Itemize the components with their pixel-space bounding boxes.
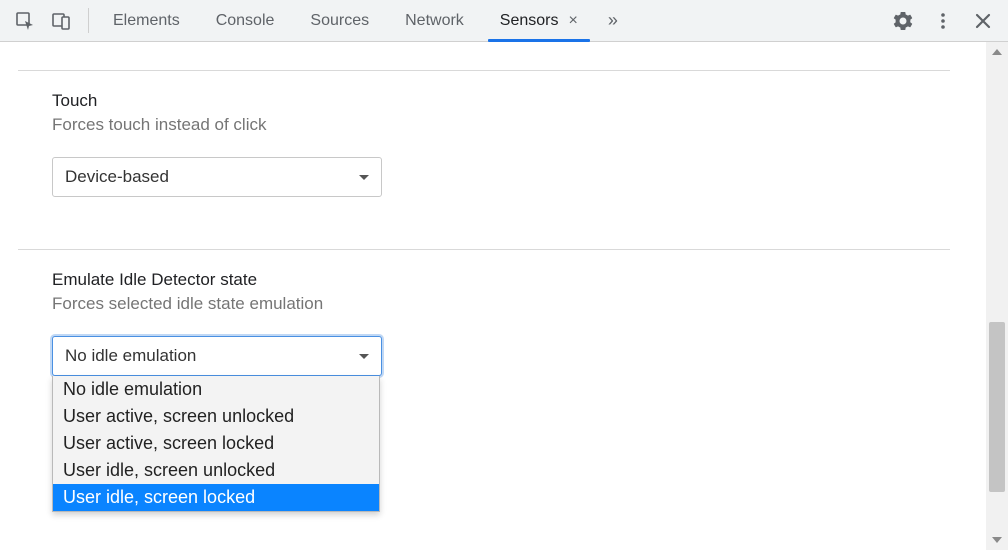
tabs-overflow-button[interactable]: »	[596, 0, 630, 41]
idle-option[interactable]: User active, screen locked	[53, 430, 379, 457]
chevron-down-icon	[992, 537, 1002, 543]
section-description: Forces touch instead of click	[52, 115, 950, 135]
select-value: No idle emulation	[65, 346, 196, 366]
tab-label: Elements	[113, 12, 180, 30]
sensors-panel: Touch Forces touch instead of click Devi…	[0, 42, 986, 550]
scroll-down-button[interactable]	[986, 530, 1008, 550]
chevron-down-icon	[359, 354, 369, 359]
chevron-double-right-icon: »	[608, 10, 618, 31]
chevron-up-icon	[992, 49, 1002, 55]
section-description: Forces selected idle state emulation	[52, 294, 950, 314]
tab-label: Sources	[310, 12, 369, 30]
close-icon[interactable]: ×	[569, 13, 578, 29]
toolbar-right	[873, 0, 1000, 41]
section-title: Touch	[52, 91, 950, 111]
toolbar-left	[6, 0, 82, 41]
touch-section: Touch Forces touch instead of click Devi…	[0, 71, 986, 221]
gear-icon[interactable]	[892, 10, 914, 32]
scroll-thumb[interactable]	[989, 322, 1005, 492]
tab-network[interactable]: Network	[387, 0, 482, 41]
tab-console[interactable]: Console	[198, 0, 293, 41]
device-toggle-icon[interactable]	[50, 10, 72, 32]
touch-select[interactable]: Device-based	[52, 157, 382, 197]
vertical-scrollbar[interactable]	[986, 42, 1008, 550]
idle-select[interactable]: No idle emulation	[52, 336, 382, 376]
kebab-icon[interactable]	[932, 10, 954, 32]
idle-section: Emulate Idle Detector state Forces selec…	[0, 250, 986, 400]
tab-strip: Elements Console Sources Network Sensors…	[95, 0, 596, 41]
idle-option[interactable]: No idle emulation	[53, 376, 379, 403]
close-panel-icon[interactable]	[972, 10, 994, 32]
idle-option[interactable]: User idle, screen locked	[53, 484, 379, 511]
idle-option[interactable]: User idle, screen unlocked	[53, 457, 379, 484]
tab-label: Sensors	[500, 12, 559, 30]
tab-elements[interactable]: Elements	[95, 0, 198, 41]
tab-sources[interactable]: Sources	[292, 0, 387, 41]
scroll-up-button[interactable]	[986, 42, 1008, 62]
toolbar-divider	[88, 8, 89, 33]
idle-dropdown: No idle emulationUser active, screen unl…	[52, 376, 380, 512]
tab-label: Network	[405, 12, 464, 30]
tab-sensors[interactable]: Sensors ×	[482, 0, 596, 41]
select-value: Device-based	[65, 167, 169, 187]
section-title: Emulate Idle Detector state	[52, 270, 950, 290]
tab-label: Console	[216, 12, 275, 30]
idle-option[interactable]: User active, screen unlocked	[53, 403, 379, 430]
inspect-icon[interactable]	[14, 10, 36, 32]
chevron-down-icon	[359, 175, 369, 180]
devtools-toolbar: Elements Console Sources Network Sensors…	[0, 0, 1008, 42]
